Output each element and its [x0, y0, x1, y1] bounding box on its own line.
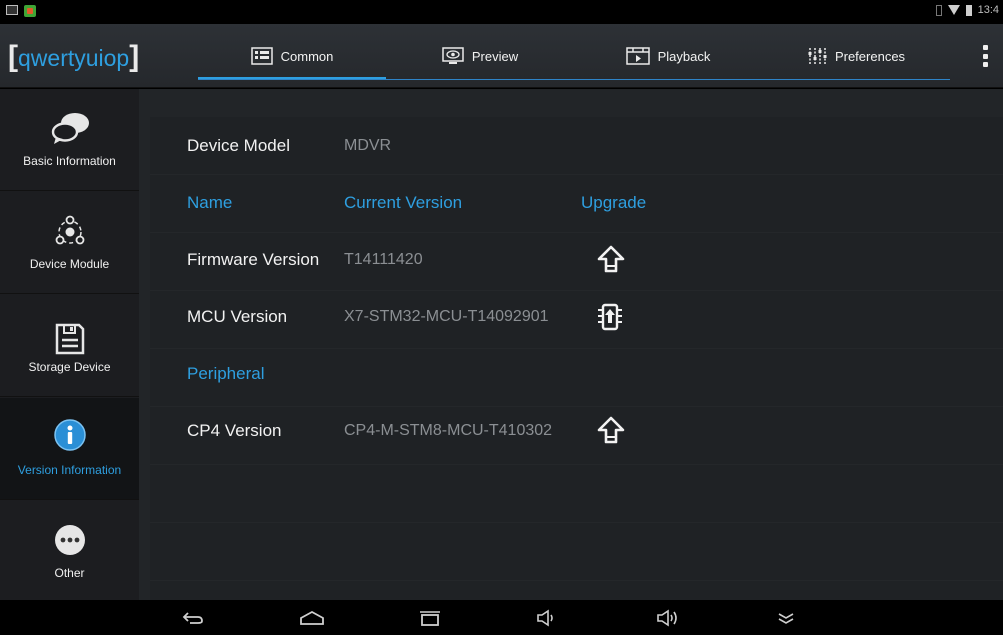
dot — [982, 45, 988, 50]
back-button[interactable] — [173, 606, 213, 630]
sidebar-item-basic-information[interactable]: Basic Information — [0, 89, 139, 191]
dot — [982, 53, 988, 59]
column-header-name: Name — [187, 193, 233, 212]
upgrade-arrow-icon[interactable] — [597, 416, 625, 446]
chat-bubbles-icon — [51, 113, 89, 144]
device-module-icon — [55, 215, 84, 245]
info-icon — [53, 419, 86, 451]
tab-label: Common — [280, 48, 334, 64]
mcu-version-value: X7-STM32-MCU-T14092901 — [344, 308, 549, 325]
dot — [982, 62, 988, 67]
volume-up-icon — [657, 609, 677, 627]
firmware-version-value: T14111420 — [344, 251, 423, 268]
sidebar-item-label: Basic Information — [23, 154, 116, 168]
overflow-menu-button[interactable] — [981, 45, 989, 67]
sidebar-item-version-information[interactable]: Version Information — [0, 398, 139, 500]
common-icon — [250, 47, 273, 65]
playback-icon — [625, 47, 650, 65]
version-table: Device Model MDVR Name Current Version U… — [150, 117, 1003, 600]
tab-label: Playback — [657, 48, 711, 64]
tab-underline — [198, 79, 950, 80]
tab-label: Preferences — [834, 48, 906, 64]
tab-label: Preview — [471, 48, 519, 64]
sim-icon — [935, 4, 942, 16]
wifi-icon — [947, 5, 960, 15]
status-bar: 13:4 — [0, 0, 1003, 24]
hide-keyboard-button[interactable] — [766, 606, 806, 630]
tab-bar: Common Preview Playback Preferences — [198, 24, 950, 88]
sidebar-item-label: Other — [54, 566, 85, 580]
cp4-version-value: CP4-M-STM8-MCU-T410302 — [344, 422, 553, 439]
preview-icon — [442, 47, 464, 64]
sidebar-item-label: Storage Device — [28, 360, 111, 374]
recent-apps-button[interactable] — [410, 606, 450, 630]
version-information-panel: Device Model MDVR Name Current Version U… — [139, 89, 1003, 600]
volume-up-button[interactable] — [648, 606, 688, 630]
more-icon — [54, 525, 85, 555]
sidebar-item-device-module[interactable]: Device Module — [0, 192, 139, 294]
floppy-disk-icon — [55, 323, 84, 355]
back-icon — [182, 612, 203, 624]
brand-name: qwertyuiop — [18, 45, 130, 71]
recent-apps-icon — [420, 611, 440, 626]
device-model-value: MDVR — [344, 137, 392, 154]
sidebar-item-label: Device Module — [29, 257, 110, 271]
brand-logo: [qwertyuiop] — [8, 40, 140, 73]
upgrade-arrow-icon[interactable] — [597, 245, 625, 275]
cp4-version-label: CP4 Version — [187, 421, 282, 440]
home-icon — [300, 610, 324, 625]
sidebar-item-storage-device[interactable]: Storage Device — [0, 295, 139, 397]
volume-down-button[interactable] — [527, 606, 567, 630]
app-header: [qwertyuiop] Common Preview Playback Pre… — [0, 24, 1003, 88]
app-notification-icon — [24, 5, 36, 17]
home-button[interactable] — [292, 606, 332, 630]
chip-upgrade-icon[interactable] — [597, 302, 623, 332]
sidebar-item-other[interactable]: Other — [0, 501, 139, 603]
column-header-upgrade: Upgrade — [581, 193, 647, 212]
column-header-current-version: Current Version — [344, 193, 463, 212]
sidebar: Basic Information Device Module Storage … — [0, 89, 139, 603]
preferences-icon — [808, 48, 827, 64]
device-model-label: Device Model — [187, 136, 290, 155]
system-navigation-bar — [0, 600, 1003, 635]
mcu-version-label: MCU Version — [187, 307, 288, 326]
firmware-version-label: Firmware Version — [187, 250, 320, 269]
sidebar-item-label: Version Information — [17, 463, 122, 477]
status-time: 13:4 — [977, 4, 999, 16]
peripheral-label: Peripheral — [187, 364, 265, 383]
volume-down-icon — [537, 609, 553, 627]
hide-keyboard-icon — [778, 613, 794, 624]
battery-icon — [965, 4, 972, 16]
screenshot-notification-icon — [6, 5, 18, 15]
